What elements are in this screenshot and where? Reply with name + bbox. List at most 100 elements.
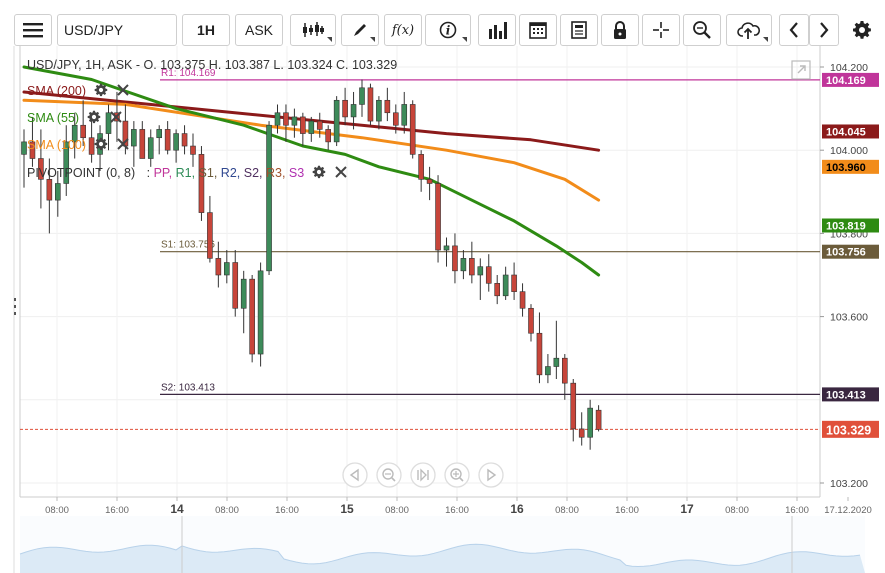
menu-button[interactable] — [14, 14, 52, 46]
price-badge-label: 104.045 — [826, 126, 866, 138]
candle-body — [426, 179, 433, 184]
draw-button[interactable] — [341, 14, 379, 46]
upload-button[interactable] — [726, 14, 772, 46]
candle-body — [333, 99, 340, 143]
pivot-r1: R1, — [175, 165, 196, 180]
candle-body — [240, 278, 247, 309]
fit-icon[interactable] — [410, 462, 436, 488]
pivot-title[interactable]: PIVOTPOINT (0, 8) — [27, 166, 135, 180]
pivot-pp: PP, — [153, 165, 173, 180]
candle-body — [545, 366, 551, 376]
close-icon[interactable] — [335, 166, 347, 181]
drag-handle-icon — [14, 298, 16, 315]
chevron-left-icon — [789, 22, 798, 38]
price-chart[interactable]: R1: 104.169S1: 103.756S2: 103.413 104.20… — [0, 46, 885, 573]
scroll-right-icon[interactable] — [478, 462, 504, 488]
nav-circle — [376, 462, 402, 488]
indicator-sma200-label[interactable]: SMA (200) — [27, 84, 86, 98]
volume-button[interactable] — [478, 14, 516, 46]
close-icon[interactable] — [117, 84, 129, 99]
time-axis-label: 14 — [170, 502, 184, 516]
price-badge-label: 103.413 — [826, 389, 866, 401]
price-tick-label: 104.200 — [830, 62, 868, 74]
candle-body — [207, 212, 213, 259]
candle-body — [570, 382, 577, 430]
gear-icon[interactable] — [87, 110, 101, 127]
popout-button[interactable] — [791, 60, 811, 83]
time-axis-label: 16:00 — [445, 505, 469, 516]
price-badge: 103.819 — [822, 218, 879, 233]
price-badge-label: 103.819 — [826, 220, 866, 232]
candle-body — [392, 112, 399, 126]
indicator-pivot: PIVOTPOINT (0, 8) : PP, R1, S1, R2, S2, … — [27, 165, 347, 182]
pivot-r2: R2, — [220, 165, 241, 180]
candle-body — [350, 104, 357, 118]
pencil-icon — [354, 24, 366, 36]
candle-body — [452, 245, 458, 272]
candle-body — [519, 291, 526, 309]
caret-icon — [462, 37, 467, 42]
scroll-left-icon[interactable] — [342, 462, 368, 488]
s2-level-label: S2: 103.413 — [161, 382, 215, 393]
price-badge-label: 103.329 — [826, 423, 871, 437]
crosshair-button[interactable] — [642, 14, 680, 46]
candle-body — [291, 116, 298, 126]
candle — [367, 83, 374, 126]
candle — [249, 275, 255, 363]
zoom-button[interactable] — [683, 14, 721, 46]
lock-button[interactable] — [601, 14, 639, 46]
candle-body — [224, 262, 230, 276]
indicators-button[interactable]: f(x) — [384, 14, 422, 46]
news-button[interactable] — [560, 14, 598, 46]
candle-body — [578, 428, 585, 438]
settings-button[interactable] — [845, 14, 879, 46]
indicator-sma100: SMA (100) — [27, 137, 129, 154]
symbol-select[interactable]: USD/JPY — [57, 14, 177, 46]
chart-type-button[interactable] — [290, 14, 336, 46]
candle-body — [198, 154, 205, 213]
candle-body — [80, 124, 86, 139]
nav-circle — [478, 462, 504, 488]
candle-body — [266, 124, 272, 272]
price-badge: 103.756 — [822, 244, 879, 259]
candle-body — [409, 104, 416, 155]
time-axis-label: 08:00 — [215, 505, 239, 516]
svg-text:i: i — [446, 24, 451, 38]
gear-icon[interactable] — [312, 165, 326, 182]
chart-area[interactable]: R1: 104.169 S1: 103.756 S2: 103.413 104.20… — [0, 46, 885, 573]
time-axis-label: 17 — [680, 502, 694, 516]
info-button[interactable]: i — [425, 14, 471, 46]
time-axis-label: 08:00 — [385, 505, 409, 516]
calendar-button[interactable] — [519, 14, 557, 46]
gear-icon[interactable] — [94, 83, 108, 100]
indicator-sma100-label[interactable]: SMA (100) — [27, 138, 86, 152]
nav-circle — [342, 462, 368, 488]
candle-body — [587, 407, 593, 438]
zoom-in-icon[interactable] — [444, 462, 470, 488]
close-icon[interactable] — [110, 111, 122, 126]
candle-body — [308, 120, 315, 134]
candle-body — [181, 133, 188, 147]
candle-body — [469, 258, 475, 276]
candle-body — [342, 99, 348, 118]
prev-button[interactable] — [779, 14, 809, 46]
calendar-icon — [529, 22, 547, 39]
time-axis-label: 08:00 — [725, 505, 749, 516]
candle-body — [147, 137, 154, 159]
zoom-out-icon[interactable] — [376, 462, 402, 488]
caret-icon — [327, 37, 332, 42]
candle-body — [156, 129, 162, 139]
candle-body — [173, 133, 179, 151]
close-icon[interactable] — [117, 138, 129, 153]
timeframe-select[interactable]: 1H — [182, 14, 230, 46]
time-axis-label: 16:00 — [105, 505, 129, 516]
price-type-select[interactable]: ASK — [235, 14, 283, 46]
pane-resize-handle[interactable] — [12, 296, 18, 323]
chart-background — [0, 46, 885, 573]
candle-body — [54, 183, 61, 201]
indicator-sma55-label[interactable]: SMA (55) — [27, 111, 79, 125]
gear-icon[interactable] — [94, 137, 108, 154]
caret-icon — [370, 37, 375, 42]
symbol-label: USD/JPY — [64, 22, 124, 38]
next-button[interactable] — [809, 14, 839, 46]
